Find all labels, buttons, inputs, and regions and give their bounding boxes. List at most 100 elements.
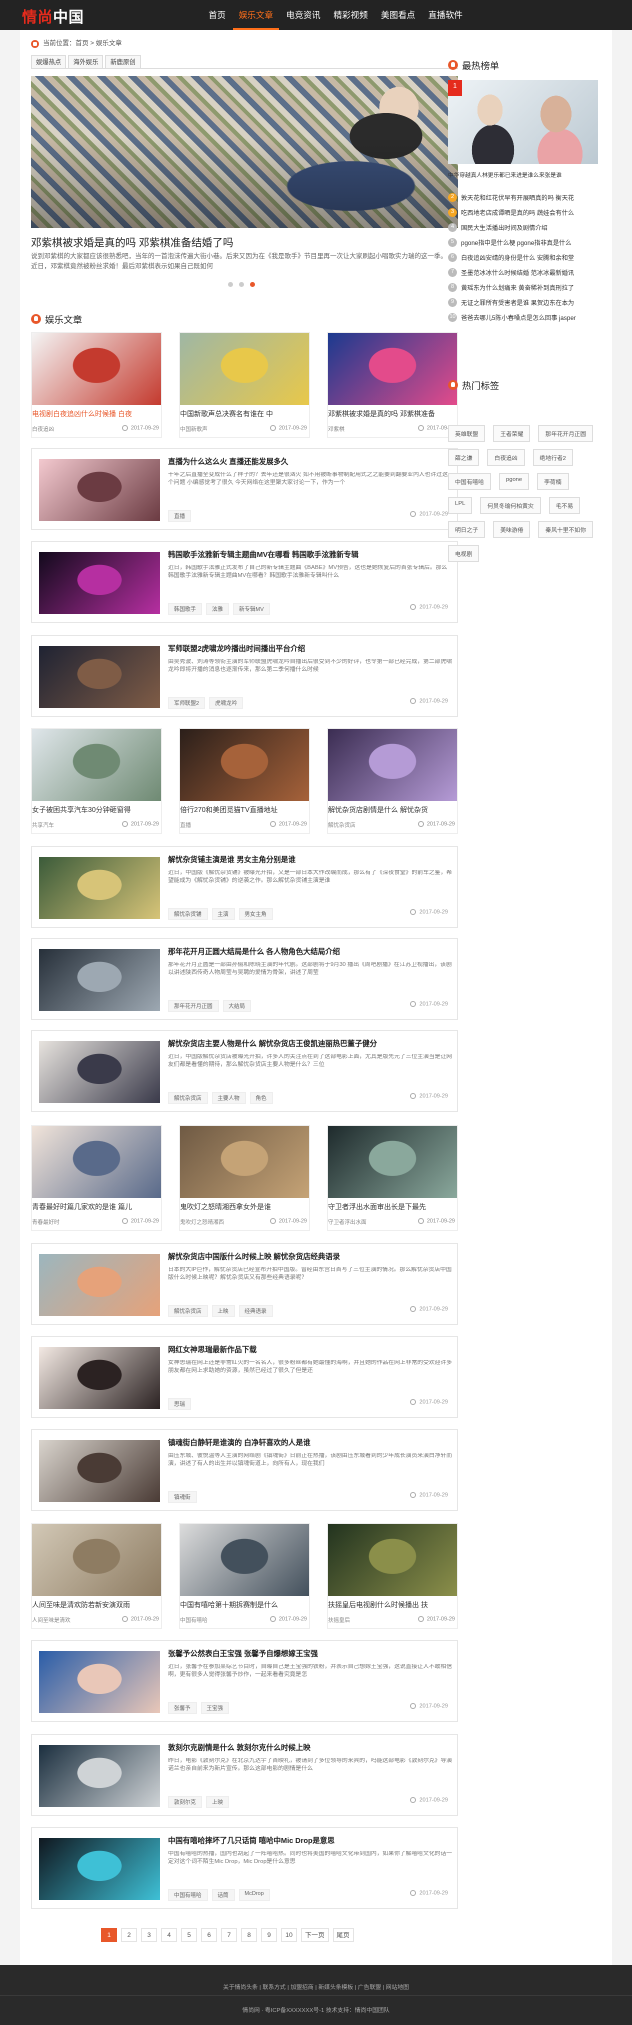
- article-thumbnail[interactable]: [328, 333, 457, 405]
- article-title[interactable]: 那年花开月正圆大结局是什么 各人物角色大结局介绍: [168, 946, 453, 957]
- article-card[interactable]: 中国有嘻哈第十期拆赛制是什么 中国有嘻哈 2017-09-29: [179, 1523, 310, 1629]
- article-tag[interactable]: 邓紫棋: [328, 427, 345, 433]
- rank-title[interactable]: 白夜追凶安靖的身份是什么 安腾和余和堂: [461, 253, 574, 262]
- article-title[interactable]: 邓紫棋被求婚是真的吗 邓紫棋准备: [328, 409, 457, 419]
- article-row[interactable]: 张馨予公然表白王宝强 张馨予自爆想嫁王宝强 近日，张馨予在参加某综艺节目时，自曝自…: [31, 1640, 458, 1722]
- article-title[interactable]: 解忧杂货店中国版什么时候上映 解忧杂货店经典语录: [168, 1251, 453, 1262]
- article-thumbnail[interactable]: [39, 1838, 160, 1900]
- article-title[interactable]: 鬼吹灯之怒晴湘西拿女外是谁: [180, 1202, 309, 1212]
- article-tag[interactable]: 白夜追凶: [32, 427, 54, 433]
- hot-tag[interactable]: LPL: [448, 497, 473, 514]
- nav-videos[interactable]: 精彩视频: [328, 0, 373, 30]
- article-tag[interactable]: 扶摇皇后: [328, 1618, 350, 1624]
- tab-original[interactable]: 新鹿原创: [105, 55, 141, 68]
- hot-tag[interactable]: 绝地行者2: [532, 449, 574, 466]
- article-thumbnail[interactable]: [180, 1126, 309, 1198]
- hot-tag[interactable]: 白夜追凶: [487, 449, 525, 466]
- article-title[interactable]: 解忧杂货店主要人物是什么 解忧杂货店王俊凯迪丽热巴董子健分: [168, 1038, 453, 1049]
- rank-title[interactable]: 爸爸去哪儿5陈小春嗓点是怎么回事 jasper: [461, 313, 576, 322]
- page-link[interactable]: 10: [281, 1928, 297, 1942]
- hot-tag[interactable]: 王者荣耀: [493, 425, 531, 442]
- hot-tag[interactable]: 中国有嘻哈: [448, 473, 491, 490]
- article-thumbnail[interactable]: [39, 1347, 160, 1409]
- article-title[interactable]: 解忧杂货铺主演是谁 男女主角分别是谁: [168, 854, 453, 865]
- article-card[interactable]: 鬼吹灯之怒晴湘西拿女外是谁 鬼吹灯之怒晴湘西 2017-09-29: [179, 1125, 310, 1231]
- rank-title[interactable]: 无证之罪所有受害者是谁 果贺边东在本为: [461, 298, 574, 307]
- article-card[interactable]: 中国新歌声总决赛名有谁在 中中国新歌声 2017-09-29: [179, 332, 310, 438]
- article-title[interactable]: 韩国歌手泫雅新专辑主题曲MV在哪看 韩国歌手泫雅新专辑: [168, 549, 453, 560]
- article-thumbnail[interactable]: [32, 1524, 161, 1596]
- hot-tag[interactable]: 美味游倦: [493, 521, 531, 538]
- rank-item[interactable]: 10 爸爸去哪儿5陈小春嗓点是怎么回事 jasper: [448, 310, 598, 325]
- article-tag[interactable]: 韩国歌手: [168, 603, 203, 615]
- article-title[interactable]: 网红女神思瑞最新作品下载: [168, 1344, 453, 1355]
- article-card[interactable]: 解忧杂货店剧情是什么 解忧杂货 解忧杂货店 2017-09-29: [327, 728, 458, 834]
- nav-home[interactable]: 首页: [203, 0, 231, 30]
- article-thumbnail[interactable]: [328, 1126, 457, 1198]
- article-tag[interactable]: 那年花开月正圆: [168, 1000, 219, 1012]
- article-card[interactable]: 女子被困共享汽车30分钟砸窗得 共享汽车 2017-09-29: [31, 728, 162, 834]
- article-thumbnail[interactable]: [180, 729, 309, 801]
- article-row[interactable]: 解忧杂货店中国版什么时候上映 解忧杂货店经典语录 日本的大IP巨作，解忧杂货店已经…: [31, 1243, 458, 1325]
- article-thumbnail[interactable]: [39, 1041, 160, 1103]
- article-tag[interactable]: 青春最好时: [32, 1220, 60, 1226]
- hot-top-caption[interactable]: 中华穿越真人林更乐都已来进是谁么来张是谁: [448, 170, 598, 179]
- article-tag[interactable]: 中国新歌声: [180, 427, 208, 433]
- nav-photos[interactable]: 美图看点: [375, 0, 420, 30]
- rank-item[interactable]: 7 圣墨范冰冰什么时候结婚 范冰冰最新婚讯: [448, 265, 598, 280]
- hot-tag[interactable]: 薛之谦: [448, 449, 480, 466]
- article-tag[interactable]: 主演: [211, 908, 235, 920]
- page-link[interactable]: 下一页: [301, 1928, 329, 1942]
- article-title[interactable]: 中国有嘻哈摔坏了几只话筒 嘻哈中Mic Drop是意思: [168, 1835, 453, 1846]
- nav-entertainment[interactable]: 娱乐文章: [233, 0, 279, 30]
- slider-dot[interactable]: [228, 282, 233, 287]
- article-thumbnail[interactable]: [39, 646, 160, 708]
- article-thumbnail[interactable]: [39, 857, 160, 919]
- article-thumbnail[interactable]: [39, 552, 160, 614]
- breadcrumb-text[interactable]: 当前位置：首页 > 娱乐文章: [43, 38, 122, 50]
- article-tag[interactable]: 敦刻尔克: [168, 1796, 203, 1808]
- hot-tag[interactable]: 何炅冬瑜何柏黄灾: [480, 497, 541, 514]
- article-tag[interactable]: 鬼吹灯之怒晴湘西: [180, 1220, 224, 1226]
- article-card[interactable]: 邓紫棋被求婚是真的吗 邓紫棋准备 邓紫棋 2017-09-29: [327, 332, 458, 438]
- page-link[interactable]: 6: [201, 1928, 217, 1942]
- article-tag[interactable]: 男女主角: [238, 908, 273, 920]
- article-tag[interactable]: 解忧杂货店: [328, 823, 356, 829]
- article-tag[interactable]: 王宝强: [200, 1702, 230, 1714]
- article-title[interactable]: 军师联盟2虎啸龙吟播出时间播出平台介绍: [168, 643, 453, 654]
- hot-tag[interactable]: 电视剧: [448, 545, 480, 562]
- article-thumbnail[interactable]: [39, 1651, 160, 1713]
- article-title[interactable]: 敦刻尔克剧情是什么 敦刻尔克什么时候上映: [168, 1742, 453, 1753]
- hero-title[interactable]: 邓紫棋被求婚是真的吗 邓紫棋准备结婚了吗: [31, 235, 458, 250]
- article-title[interactable]: 中国有嘻哈第十期拆赛制是什么: [180, 1600, 309, 1610]
- hero-slider[interactable]: [31, 76, 458, 228]
- article-thumbnail[interactable]: [328, 729, 457, 801]
- article-row[interactable]: 军师联盟2虎啸龙吟播出时间播出平台介绍 由吴秀波、刘涛等领衔主演的军师联盟虎啸龙吟…: [31, 635, 458, 717]
- hot-tag[interactable]: 毛不易: [548, 497, 581, 514]
- article-row[interactable]: 韩国歌手泫雅新专辑主题曲MV在哪看 韩国歌手泫雅新专辑 近日，韩国歌手泫雅正式发布…: [31, 541, 458, 623]
- article-title[interactable]: 青春最好时篇几家欢的是谁 篇儿: [32, 1202, 161, 1212]
- hot-tag[interactable]: 英雄联盟: [448, 425, 486, 442]
- page-current[interactable]: 1: [101, 1928, 117, 1942]
- rank-item[interactable]: 9 无证之罪所有受害者是谁 果贺边东在本为: [448, 295, 598, 310]
- page-link[interactable]: 尾页: [332, 1928, 354, 1942]
- article-title[interactable]: 直播为什么这么火 直播还能发展多久: [168, 456, 453, 467]
- rank-title[interactable]: pgone指中是什么梗 pgone指非真是什么: [461, 238, 571, 247]
- article-tag[interactable]: 中国有嘻哈: [180, 1618, 208, 1624]
- article-tag[interactable]: 思瑞: [168, 1398, 192, 1410]
- article-row[interactable]: 镇魂街白静轩是谁演的 白净轩喜欢的人是谁 由压东城、彼悦温等人主演的网络剧《镇魂街…: [31, 1429, 458, 1511]
- rank-item[interactable]: 8 黄瑶东为什么划痛来 黄奋稀补到真刑拉了: [448, 280, 598, 295]
- article-card[interactable]: 电视剧白夜追凶什么时候播 白夜 白夜追凶 2017-09-29: [31, 332, 162, 438]
- rank-item[interactable]: 4 国民大生活播出时间及剧情介绍: [448, 220, 598, 235]
- article-title[interactable]: 张馨予公然表白王宝强 张馨予自爆想嫁王宝强: [168, 1648, 453, 1659]
- slider-dot[interactable]: [239, 282, 244, 287]
- article-title[interactable]: 扶摇皇后电视剧什么时候播出 扶: [328, 1600, 457, 1610]
- slider-dot-active[interactable]: [250, 282, 255, 287]
- article-tag[interactable]: 解忧杂货店: [168, 1092, 208, 1104]
- article-thumbnail[interactable]: [39, 459, 160, 521]
- hot-tag[interactable]: 明日之子: [448, 521, 486, 538]
- article-tag[interactable]: 解忧杂货铺: [168, 908, 208, 920]
- article-tag[interactable]: 人间至味是清欢: [32, 1618, 71, 1624]
- page-link[interactable]: 8: [241, 1928, 257, 1942]
- article-row[interactable]: 解忧杂货店主要人物是什么 解忧杂货店王俊凯迪丽热巴董子健分 近日，中国版解忧杂货店…: [31, 1030, 458, 1112]
